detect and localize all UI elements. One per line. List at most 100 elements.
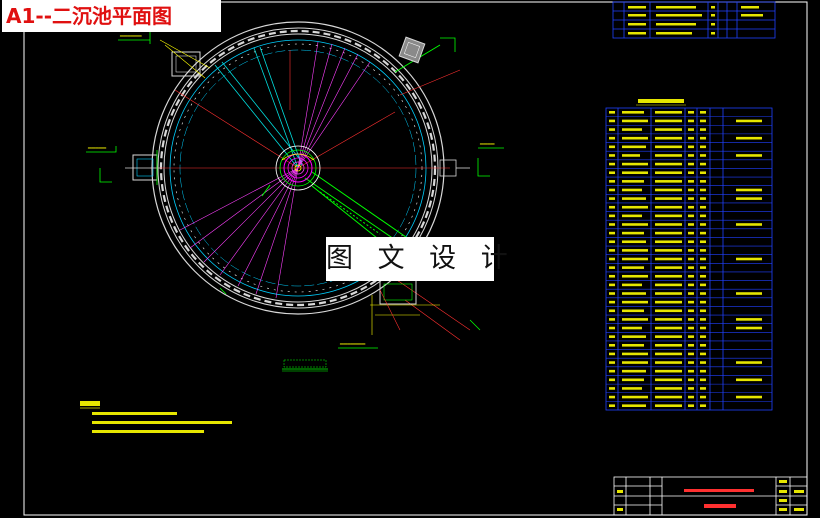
table-cell-qty <box>700 335 706 338</box>
table-cell-unit <box>688 154 694 157</box>
table-cell-name <box>622 205 648 209</box>
table-cell-name <box>622 361 648 364</box>
table-cell-unit <box>688 240 694 244</box>
table-cell-qty <box>700 274 706 278</box>
table-cell-qty <box>700 197 706 200</box>
table-cell-qty <box>700 395 706 399</box>
table-cell-unit <box>688 257 694 261</box>
table-cell-unit <box>688 404 694 407</box>
table-cell-qty <box>700 119 706 123</box>
table-cell-spec <box>655 111 682 114</box>
table-cell-name <box>622 145 646 149</box>
table-cell-name <box>622 162 648 166</box>
cad-drawing-viewer: ━━━━━ ━━━━ ━━━━━━ ━━━━━━━ A1--二沉池平面图 图 文… <box>0 0 820 518</box>
table-cell-qty <box>700 128 706 131</box>
table-cell-remark <box>736 136 762 140</box>
table-cell-index <box>609 335 615 338</box>
table-cell-unit <box>688 395 694 399</box>
table-cell-spec <box>655 361 682 364</box>
table-cell-spec <box>655 343 682 347</box>
table-cell-name <box>622 249 648 252</box>
table-cell-remark <box>736 361 762 364</box>
table-cell-name <box>622 352 648 356</box>
table-cell-unit <box>688 266 694 269</box>
table-cell-index <box>609 249 615 252</box>
table-cell-name <box>622 266 644 269</box>
table-cell-unit <box>688 309 694 313</box>
table-cell-qty <box>700 231 706 235</box>
table-cell-unit <box>688 145 694 149</box>
table-cell-remark <box>736 292 762 295</box>
table-cell-spec <box>655 145 682 149</box>
table-cell-qty <box>700 162 706 166</box>
table-cell-spec <box>655 326 682 330</box>
table-cell-name <box>622 111 644 114</box>
table-cell-qty <box>700 266 706 269</box>
table-cell-qty <box>700 214 706 218</box>
watermark-text: 图 文 设 计 <box>326 237 508 281</box>
table-cell-qty <box>700 145 706 149</box>
table-cell-unit <box>688 214 694 218</box>
table-cell-name <box>622 154 640 157</box>
table-cell-index <box>609 214 615 218</box>
table-cell-spec <box>655 240 682 244</box>
table-cell-spec <box>655 300 682 304</box>
table-cell-spec <box>655 128 682 131</box>
table-cell-qty <box>700 309 706 313</box>
table-cell-unit <box>688 283 694 287</box>
table-cell-unit <box>688 249 694 252</box>
table-cell-unit <box>688 378 694 382</box>
table-cell-qty <box>700 300 706 304</box>
table-cell-name <box>622 274 648 278</box>
table-cell-name <box>622 240 646 244</box>
table-cell-name <box>622 197 646 200</box>
table-cell-unit <box>688 180 694 183</box>
table-cell-unit <box>688 335 694 338</box>
table-cell-remark <box>736 119 762 123</box>
table-cell-qty <box>700 249 706 252</box>
table-cell-index <box>609 145 615 149</box>
table-cell-unit <box>688 387 694 390</box>
table-cell-index <box>609 197 615 200</box>
table-cell-spec <box>655 180 682 183</box>
table-cell-spec <box>655 257 682 261</box>
table-cell-spec <box>655 309 682 313</box>
table-cell-qty <box>700 343 706 347</box>
table-cell-spec <box>655 223 682 226</box>
table-cell-spec <box>655 387 682 390</box>
table-cell-qty <box>700 326 706 330</box>
table-cell-name <box>622 171 648 175</box>
table-cell-spec <box>655 404 682 407</box>
table-cell-unit <box>688 205 694 209</box>
table-cell-spec <box>655 395 682 399</box>
table-cell-name <box>622 378 644 382</box>
table-cell-qty <box>700 257 706 261</box>
table-cell-remark <box>736 378 762 382</box>
table-cell-spec <box>655 283 682 287</box>
table-cell-name <box>622 128 642 131</box>
table-cell-unit <box>688 292 694 295</box>
table-cell-spec <box>655 352 682 356</box>
table-cell-index <box>609 136 615 140</box>
table-cell-name <box>622 369 646 373</box>
table-cell-qty <box>700 369 706 373</box>
table-cell-unit <box>688 197 694 200</box>
table-cell-spec <box>655 318 682 321</box>
table-cell-qty <box>700 240 706 244</box>
svg-text:━━━━━━━: ━━━━━━━ <box>339 341 366 348</box>
svg-text:━━━━: ━━━━ <box>479 141 495 148</box>
table-cell-spec <box>655 378 682 382</box>
table-cell-name <box>622 318 648 321</box>
table-cell-name <box>622 300 648 304</box>
table-cell-index <box>609 343 615 347</box>
svg-text:━━━━━: ━━━━━ <box>87 145 106 152</box>
table-cell-name <box>622 214 642 218</box>
table-cell-name <box>622 395 648 399</box>
table-cell-remark <box>736 395 762 399</box>
table-cell-qty <box>700 136 706 140</box>
table-cell-qty <box>700 387 706 390</box>
table-cell-index <box>609 128 615 131</box>
table-cell-index <box>609 369 615 373</box>
table-cell-remark <box>736 326 762 330</box>
table-cell-spec <box>655 197 682 200</box>
